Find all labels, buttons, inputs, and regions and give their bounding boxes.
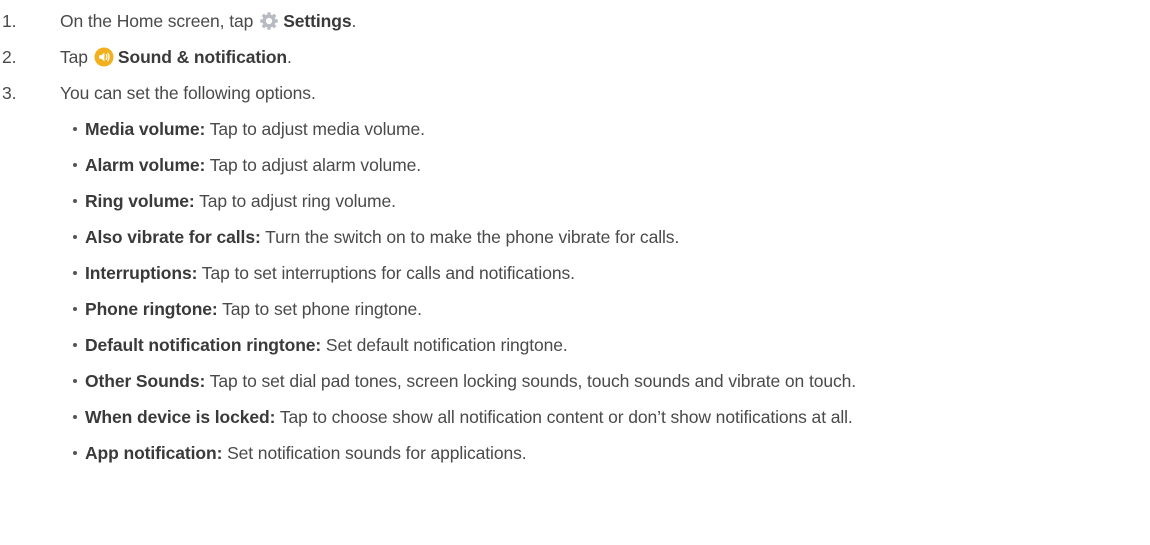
option-description: Tap to set interruptions for calls and n… (201, 262, 575, 283)
option-term: Phone ringtone: (85, 298, 218, 319)
settings-gear-icon (259, 11, 279, 31)
option-term: Other Sounds: (85, 370, 206, 391)
bullet-dot (73, 379, 77, 383)
step-number: 1. (2, 10, 17, 31)
option-description: Set notification sounds for applications… (227, 442, 527, 463)
bullet-dot (73, 127, 77, 131)
bullet-dot (73, 415, 77, 419)
bullet-dot (73, 271, 77, 275)
option-term: Alarm volume: (85, 154, 206, 175)
bullet-dot (73, 235, 77, 239)
step-text: Tap (60, 46, 88, 67)
step-number: 2. (2, 46, 17, 67)
step-text: You can set the following options. (60, 82, 316, 103)
option-description: Turn the switch on to make the phone vib… (265, 226, 680, 247)
bullet-dot (73, 163, 77, 167)
option-description: Set default notification ringtone. (325, 334, 568, 355)
option-term: App notification: (85, 442, 223, 463)
option-description: Tap to set phone ringtone. (222, 298, 422, 319)
bullet-dot (73, 343, 77, 347)
option-term: Also vibrate for calls: (85, 226, 261, 247)
option-term: Media volume: (85, 118, 206, 139)
option-description: Tap to adjust media volume. (209, 118, 425, 139)
option-description: Tap to adjust alarm volume. (209, 154, 422, 175)
settings-label: Settings (283, 10, 352, 31)
sound-notification-label: Sound & notification (117, 46, 288, 67)
bullet-dot (73, 307, 77, 311)
bullet-dot (73, 199, 77, 203)
step-punctuation: . (351, 10, 357, 31)
bullet-dot (73, 451, 77, 455)
step-number: 3. (2, 82, 17, 103)
option-term: When device is locked: (85, 406, 276, 427)
step-punctuation: . (287, 46, 292, 67)
option-description: Tap to adjust ring volume. (199, 190, 396, 211)
option-term: Interruptions: (85, 262, 198, 283)
option-description: Tap to choose show all notification cont… (279, 406, 853, 427)
option-description: Tap to set dial pad tones, screen lockin… (209, 370, 857, 391)
instruction-document: 1. On the Home screen, tap Settings . 2.… (0, 0, 1150, 545)
option-term: Ring volume: (85, 190, 195, 211)
sound-notification-icon (94, 47, 114, 67)
step-text: On the Home screen, tap (60, 10, 254, 31)
option-term: Default notification ringtone: (85, 334, 322, 355)
